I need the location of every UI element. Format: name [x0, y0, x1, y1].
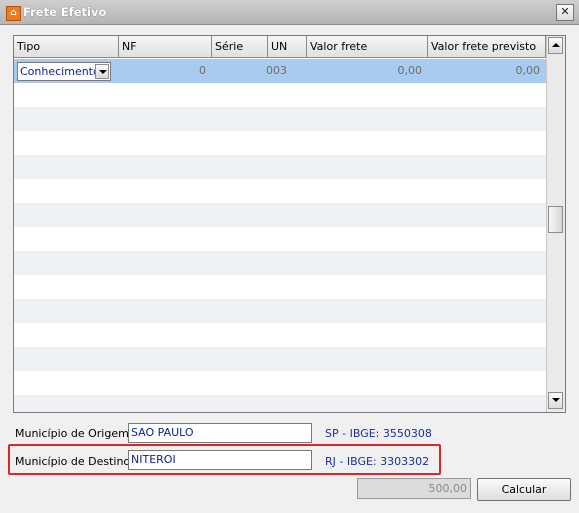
title-bar: ⌂ Frete Efetivo ✕: [0, 0, 579, 25]
close-button[interactable]: ✕: [556, 4, 574, 21]
column-header-tipo[interactable]: Tipo: [14, 36, 119, 58]
column-header-serie[interactable]: Série: [212, 36, 268, 58]
column-header-valor-frete[interactable]: Valor frete: [307, 36, 428, 58]
grid-body: Conhecimento 0 003 0,00 0,00: [14, 59, 546, 412]
column-header-nf[interactable]: NF: [119, 36, 212, 58]
chevron-down-icon[interactable]: [95, 64, 109, 79]
table-row[interactable]: [14, 227, 546, 251]
scroll-thumb[interactable]: [548, 206, 563, 233]
table-row[interactable]: [14, 275, 546, 299]
origem-label: Município de Origem: [15, 427, 129, 440]
table-row[interactable]: [14, 395, 546, 412]
table-row[interactable]: [14, 83, 546, 107]
un-cell[interactable]: [293, 59, 307, 83]
table-row[interactable]: [14, 251, 546, 275]
serie-cell[interactable]: 003: [212, 59, 293, 83]
table-row[interactable]: [14, 179, 546, 203]
valor-frete-previsto-cell[interactable]: 0,00: [428, 59, 546, 83]
table-row[interactable]: [14, 107, 546, 131]
origem-field[interactable]: SAO PAULO: [128, 423, 312, 443]
table-row[interactable]: [14, 347, 546, 371]
window-title: Frete Efetivo: [23, 5, 107, 19]
scroll-down-arrow-icon[interactable]: [548, 392, 563, 409]
column-header-valor-frete-previsto[interactable]: Valor frete previsto: [428, 36, 546, 58]
valor-frete-cell[interactable]: 0,00: [307, 59, 428, 83]
origem-ibge: SP - IBGE: 3550308: [325, 427, 432, 440]
table-row[interactable]: Conhecimento 0 003 0,00 0,00: [14, 59, 546, 83]
table-row[interactable]: [14, 371, 546, 395]
table-row[interactable]: [14, 131, 546, 155]
table-row[interactable]: [14, 203, 546, 227]
scroll-up-arrow-icon[interactable]: [548, 37, 563, 54]
calcular-button[interactable]: Calcular: [477, 478, 571, 501]
nf-cell[interactable]: 0: [119, 59, 212, 83]
tipo-dropdown[interactable]: Conhecimento: [17, 62, 111, 81]
home-app-icon: ⌂: [6, 6, 21, 21]
table-row[interactable]: [14, 323, 546, 347]
freight-result-field: 500,00: [357, 478, 471, 499]
table-row[interactable]: [14, 299, 546, 323]
column-header-un[interactable]: UN: [268, 36, 307, 58]
destino-highlight-box: [8, 444, 441, 475]
frete-grid: Tipo NF Série UN Valor frete Valor frete…: [13, 35, 566, 413]
table-row[interactable]: [14, 155, 546, 179]
tipo-value: Conhecimento: [20, 65, 100, 78]
vertical-scrollbar[interactable]: [546, 36, 565, 412]
grid-header: Tipo NF Série UN Valor frete Valor frete…: [14, 36, 546, 59]
